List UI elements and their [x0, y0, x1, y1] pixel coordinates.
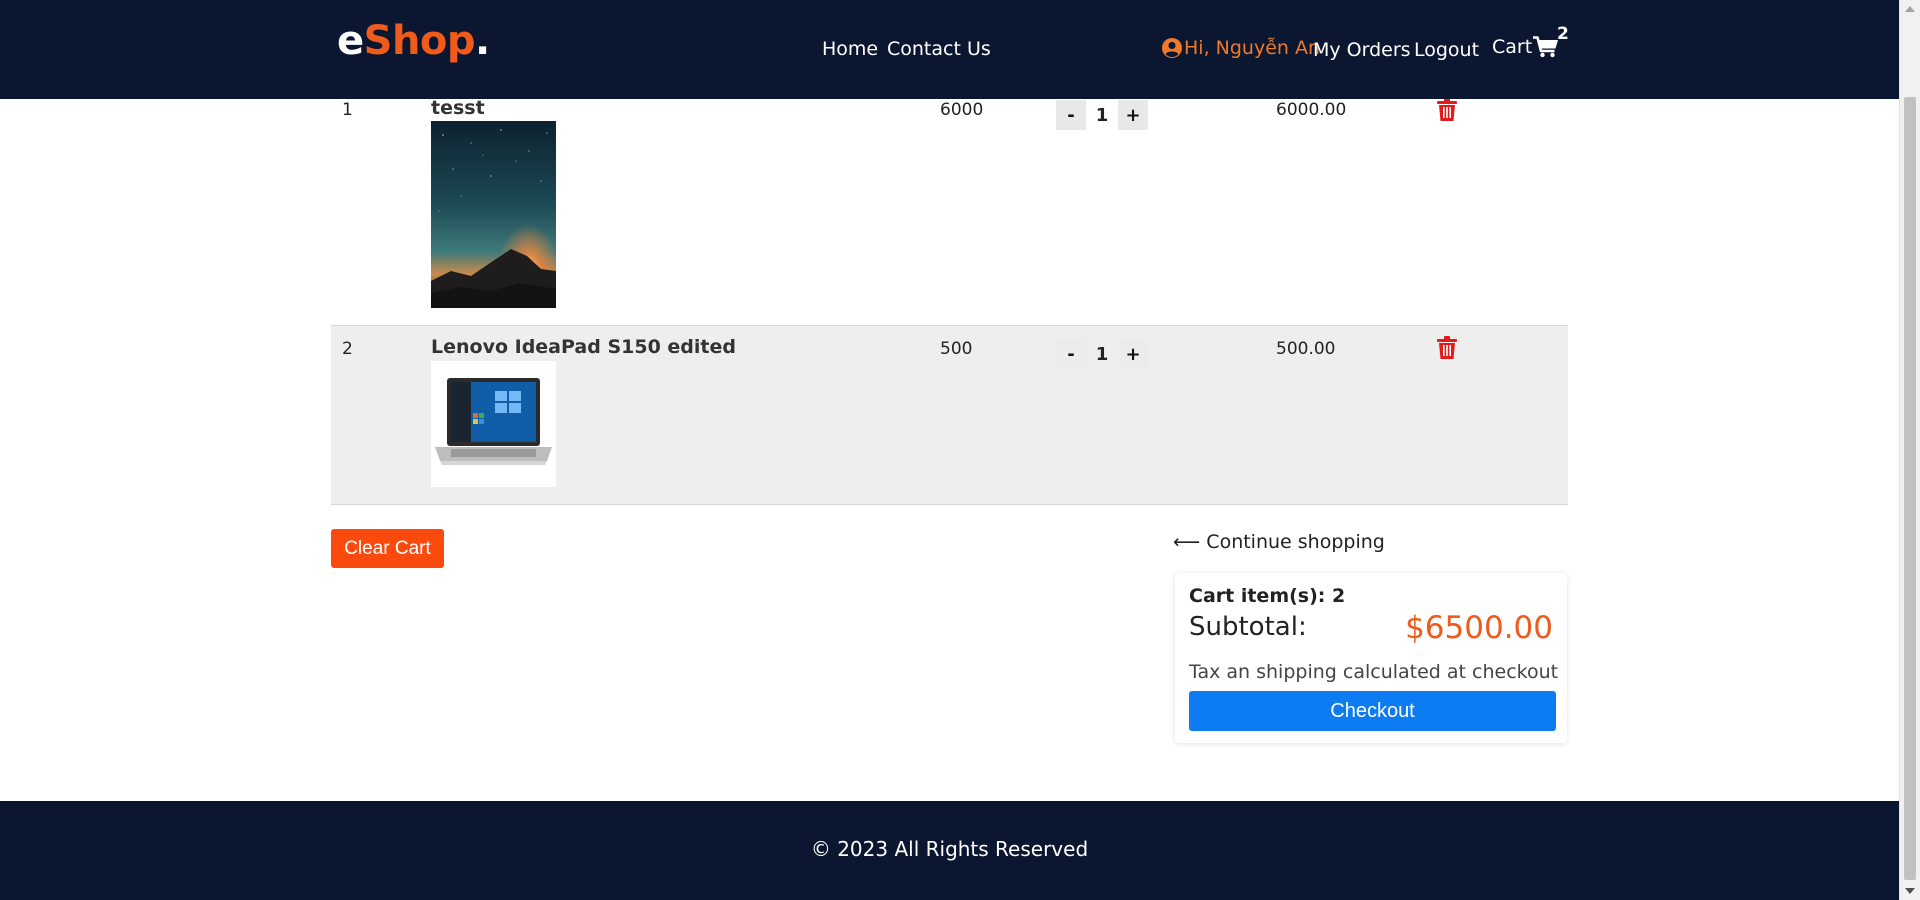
cart-summary: Cart item(s): 2 Subtotal: $6500.00 Tax a… [1175, 573, 1567, 743]
laptop-image [431, 361, 556, 487]
cart-row: 2 Lenovo IdeaPad S150 edited 500 - 1 + 5… [331, 326, 1568, 505]
subtotal-value: $6500.00 [1405, 610, 1553, 646]
cart-link[interactable]: Cart [1492, 36, 1559, 58]
cart-label: Cart [1492, 36, 1533, 58]
checkout-button[interactable]: Checkout [1189, 691, 1556, 731]
row-index: 2 [342, 339, 353, 359]
copyright-text: © 2023 All Rights Reserved [810, 837, 1089, 861]
decrement-button[interactable]: - [1056, 339, 1086, 369]
user-circle-icon [1162, 38, 1182, 58]
line-total: 6000.00 [1276, 100, 1347, 120]
increment-button[interactable]: + [1118, 339, 1148, 369]
nav-home[interactable]: Home [822, 38, 878, 60]
trash-icon[interactable] [1436, 98, 1458, 126]
line-total: 500.00 [1276, 339, 1336, 359]
quantity-value: 1 [1095, 343, 1109, 365]
scroll-thumb[interactable] [1904, 97, 1916, 880]
shopping-cart-icon [1533, 36, 1559, 58]
quantity-value: 1 [1095, 104, 1109, 126]
nav-logout[interactable]: Logout [1414, 39, 1479, 61]
site-header: eShop. Home Contact Us Hi, Nguyễn An My … [0, 0, 1899, 99]
user-greeting[interactable]: Hi, Nguyễn An [1162, 37, 1320, 59]
cart-count-badge: 2 [1557, 24, 1569, 44]
tax-note: Tax an shipping calculated at checkout [1189, 661, 1559, 683]
nav-contact[interactable]: Contact Us [887, 38, 991, 60]
greeting-text: Hi, Nguyễn An [1184, 37, 1321, 59]
scroll-down-icon[interactable] [1905, 888, 1915, 894]
unit-price: 6000 [940, 100, 984, 120]
logo-main: Shop [363, 18, 476, 64]
night-sky-image [431, 121, 556, 308]
clear-cart-button[interactable]: Clear Cart [331, 529, 444, 568]
logo[interactable]: eShop. [337, 18, 490, 64]
nav-my-orders[interactable]: My Orders [1313, 39, 1411, 61]
product-image[interactable] [431, 121, 556, 308]
cart-item-count: Cart item(s): 2 [1189, 585, 1346, 607]
scroll-up-icon[interactable] [1905, 6, 1915, 12]
product-name[interactable]: tesst [431, 97, 485, 119]
cart-row: 1 tesst 6000 - 1 + 6000.00 [331, 80, 1568, 326]
unit-price: 500 [940, 339, 973, 359]
decrement-button[interactable]: - [1056, 100, 1086, 130]
quantity-stepper: - 1 + [1056, 339, 1148, 369]
vertical-scrollbar[interactable] [1899, 0, 1920, 900]
continue-shopping-link[interactable]: ⟵ Continue shopping [1173, 531, 1385, 553]
product-image[interactable] [431, 361, 556, 487]
trash-icon[interactable] [1436, 336, 1458, 364]
logo-dot: . [475, 18, 490, 64]
subtotal-label: Subtotal: [1189, 612, 1307, 642]
row-index: 1 [342, 100, 353, 120]
arrow-left-icon: ⟵ [1173, 531, 1201, 553]
quantity-stepper: - 1 + [1056, 100, 1148, 130]
continue-shopping-label: Continue shopping [1206, 531, 1385, 553]
increment-button[interactable]: + [1118, 100, 1148, 130]
product-name[interactable]: Lenovo IdeaPad S150 edited [431, 336, 736, 358]
logo-prefix: e [337, 18, 364, 64]
page: 1 tesst 6000 - 1 + 6000.00 2 Lenovo Idea… [0, 0, 1920, 900]
site-footer: © 2023 All Rights Reserved [0, 801, 1899, 900]
